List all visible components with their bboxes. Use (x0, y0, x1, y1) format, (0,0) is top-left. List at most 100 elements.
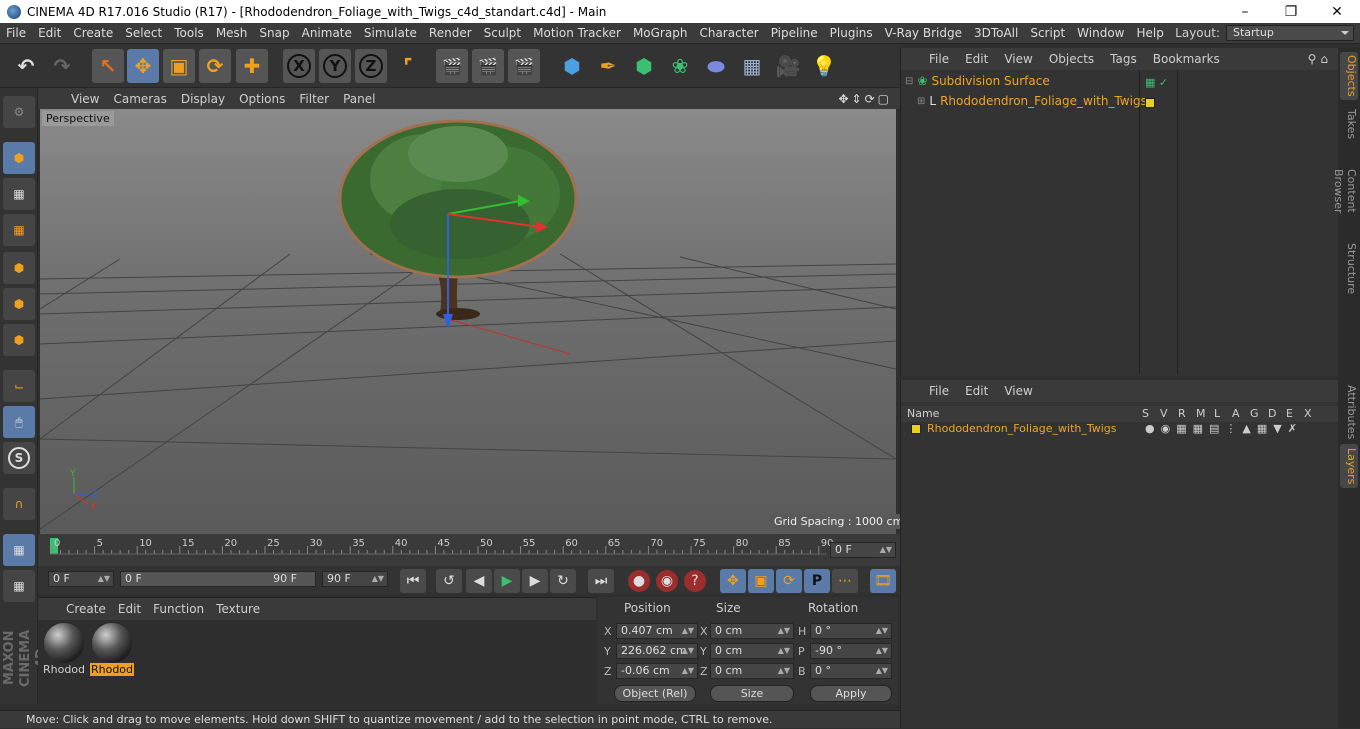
menu-mesh[interactable]: Mesh (210, 26, 254, 40)
light-icon[interactable]: 💡 (808, 49, 840, 83)
menu-script[interactable]: Script (1024, 26, 1071, 40)
layer-col-s[interactable]: S (1142, 407, 1149, 420)
menu-vray-bridge[interactable]: V-Ray Bridge (879, 26, 968, 40)
record-rotation-icon[interactable]: ⟳ (776, 569, 802, 593)
play-icon[interactable]: ▶ (494, 569, 520, 593)
cloner-icon[interactable]: ❀ (664, 49, 696, 83)
z-axis-lock-icon[interactable]: Z (355, 49, 387, 83)
layer-col-e[interactable]: E (1286, 407, 1293, 420)
menu-edit[interactable]: Edit (32, 26, 67, 40)
record-position-icon[interactable]: ✥ (720, 569, 746, 593)
menu-tools[interactable]: Tools (168, 26, 210, 40)
undo-icon[interactable]: ↶ (10, 49, 42, 83)
render-picture-viewer-icon[interactable]: 🎬 (472, 49, 504, 83)
menu-select[interactable]: Select (119, 26, 168, 40)
minimize-button[interactable]: – (1222, 0, 1268, 23)
next-frame-icon[interactable]: ▶ (522, 569, 548, 593)
pen-spline-icon[interactable]: ✒ (592, 49, 624, 83)
start-frame-field[interactable]: 0 F ▲▼ (48, 571, 114, 587)
menu-create[interactable]: Create (67, 26, 119, 40)
redo-icon[interactable]: ↷ (46, 49, 78, 83)
menu-render[interactable]: Render (423, 26, 478, 40)
viewport-menu-filter[interactable]: Filter (292, 92, 336, 106)
layer-col-a[interactable]: A (1232, 407, 1240, 420)
collapse-icon[interactable]: ⊟ (905, 76, 913, 87)
viewport-menu-display[interactable]: Display (174, 92, 232, 106)
rotation-h-field[interactable]: 0 ° ▲▼ (810, 623, 892, 639)
end-frame-field[interactable]: 90 F ▲▼ (322, 571, 388, 587)
maximize-button[interactable]: ❐ (1268, 0, 1314, 23)
autokeying-icon[interactable]: ◉ (656, 570, 678, 592)
menu-file[interactable]: File (0, 26, 32, 40)
polygons-mode-icon[interactable]: ⬢ (3, 324, 35, 356)
close-button[interactable]: ✕ (1314, 0, 1360, 23)
workplane-mode-icon[interactable]: ▦ (3, 214, 35, 246)
render-settings-icon[interactable]: 🎬 (508, 49, 540, 83)
menu-animate[interactable]: Animate (296, 26, 358, 40)
tab-layers[interactable]: Layers (1340, 444, 1358, 488)
rotation-b-field[interactable]: 0 ° ▲▼ (810, 663, 892, 679)
points-mode-icon[interactable]: ⬢ (3, 252, 35, 284)
layer-flag-icons[interactable]: ●◉▦▦▤⋮▲▦▼✗ (1145, 422, 1303, 435)
size-mode-dropdown[interactable]: Size (710, 685, 794, 702)
tweak-mode-icon[interactable]: 🖱 (3, 406, 35, 438)
expand-icon[interactable]: ⊞ (917, 96, 925, 107)
objects-menu-objects[interactable]: Objects (1041, 52, 1102, 66)
viewport-menu-options[interactable]: Options (232, 92, 292, 106)
keyframe-selection-icon[interactable]: ? (684, 570, 706, 592)
menu-sculpt[interactable]: Sculpt (478, 26, 527, 40)
material-menu-function[interactable]: Function (147, 602, 210, 616)
subdivision-surface-icon[interactable]: ⬢ (628, 49, 660, 83)
objects-menu-file[interactable]: File (921, 52, 957, 66)
record-keys-icon[interactable]: ● (628, 570, 650, 592)
menu-character[interactable]: Character (693, 26, 764, 40)
frame-range-slider[interactable]: 0 F 90 F (120, 571, 316, 587)
layer-color-swatch[interactable] (911, 423, 921, 434)
object-row-subdivision-surface[interactable]: ⊟ ❀ Subdivision Surface (905, 74, 1050, 88)
size-y-field[interactable]: 0 cm ▲▼ (710, 643, 794, 659)
menu-motion-tracker[interactable]: Motion Tracker (527, 26, 627, 40)
layers-menu-view[interactable]: View (996, 384, 1040, 398)
rhododendron-tree[interactable] (338, 119, 578, 320)
model-mode-icon[interactable]: ⬢ (3, 142, 35, 174)
material-menu-create[interactable]: Create (60, 602, 112, 616)
tab-attributes[interactable]: Attributes (1340, 382, 1358, 440)
object-row-rhododendron[interactable]: ⊞ L Rhododendron_Foliage_with_Twigs (917, 94, 1147, 108)
menu-3dtoall[interactable]: 3DToAll (968, 26, 1024, 40)
layer-color-tag[interactable] (1145, 98, 1155, 108)
layer-col-m[interactable]: M (1196, 407, 1206, 420)
record-point-level-icon[interactable]: ⋯ (832, 569, 858, 593)
layout-dropdown[interactable]: Startup (1226, 25, 1354, 41)
material-menu-edit[interactable]: Edit (112, 602, 147, 616)
menu-pipeline[interactable]: Pipeline (765, 26, 824, 40)
layer-name[interactable]: Rhododendron_Foliage_with_Twigs (927, 422, 1117, 435)
coordinate-mode-dropdown[interactable]: Object (Rel) (614, 685, 696, 702)
material-swatch[interactable]: Rhodod (42, 623, 86, 677)
menu-plugins[interactable]: Plugins (824, 26, 879, 40)
viewport-menu-cameras[interactable]: Cameras (106, 92, 173, 106)
timeline-window-icon[interactable]: 🎞 (870, 569, 896, 593)
layer-col-x[interactable]: X (1304, 407, 1312, 420)
magnet-snap-icon[interactable]: ∩ (3, 488, 35, 520)
layers-menu-file[interactable]: File (921, 384, 957, 398)
layer-col-g[interactable]: G (1250, 407, 1259, 420)
x-axis-lock-icon[interactable]: X (283, 49, 315, 83)
render-view-icon[interactable]: 🎬 (436, 49, 468, 83)
snap-toggle-icon[interactable]: S (3, 442, 35, 474)
position-y-field[interactable]: 226.062 cm ▲▼ (616, 643, 698, 659)
viewport-navigation-icons[interactable]: ✥⇕⟳▢ (838, 92, 892, 106)
layer-col-r[interactable]: R (1178, 407, 1186, 420)
viewport-menu-view[interactable]: View (64, 92, 106, 106)
layer-col-l[interactable]: L (1214, 407, 1220, 420)
axis-mode-icon[interactable]: ⌙ (3, 370, 35, 402)
current-frame-field[interactable]: 0 F ▲▼ (830, 542, 896, 558)
position-z-field[interactable]: -0.06 cm ▲▼ (616, 663, 698, 679)
texture-mode-icon[interactable]: ▦ (3, 178, 35, 210)
objects-menu-edit[interactable]: Edit (957, 52, 996, 66)
layer-col-v[interactable]: V (1160, 407, 1168, 420)
objects-menu-bookmarks[interactable]: Bookmarks (1145, 52, 1228, 66)
locked-workplane-icon[interactable]: ▦ (3, 570, 35, 602)
edges-mode-icon[interactable]: ⬢ (3, 288, 35, 320)
scale-tool-icon[interactable]: ▣ (163, 49, 195, 83)
objects-menu-tags[interactable]: Tags (1102, 52, 1145, 66)
